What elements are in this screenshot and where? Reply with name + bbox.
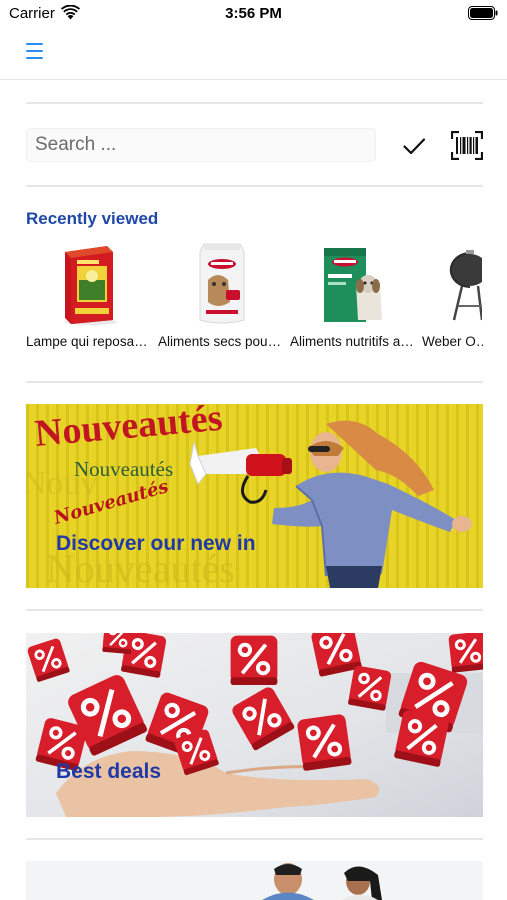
- new-arrivals-banner-image: Nouveautés Nouv Nouveautés Nouveautés No…: [26, 404, 483, 588]
- checkmark-icon[interactable]: [402, 134, 426, 158]
- battery-icon: [468, 6, 498, 20]
- clock: 3:56 PM: [225, 5, 282, 22]
- divider: [26, 381, 483, 383]
- promo-banner[interactable]: [26, 861, 483, 900]
- product-name: Lampe qui reposant ...: [26, 334, 150, 349]
- product-name: Aliments nutritifs adulte: [290, 334, 414, 349]
- product-name: Weber One Touch: [422, 334, 483, 349]
- product-image: [290, 240, 418, 326]
- recently-viewed-item[interactable]: Lampe qui reposant ...: [26, 234, 154, 362]
- product-image: [26, 240, 154, 326]
- search-input[interactable]: [27, 129, 375, 161]
- best-deals-caption: Best deals: [56, 760, 162, 783]
- recently-viewed-item[interactable]: Weber One Touch: [422, 234, 483, 362]
- recently-viewed-item[interactable]: Aliments secs pour chats: [158, 234, 286, 362]
- barcode-scan-icon[interactable]: [451, 131, 483, 160]
- recently-viewed-list[interactable]: Lampe qui reposant ... Aliments secs pou…: [26, 234, 483, 362]
- recently-viewed-title: Recently viewed: [26, 209, 159, 228]
- recently-viewed-item[interactable]: Aliments nutritifs adulte: [290, 234, 418, 362]
- new-arrivals-banner[interactable]: Nouveautés Nouv Nouveautés Nouveautés No…: [26, 404, 483, 588]
- divider: [26, 102, 483, 104]
- product-image: [422, 240, 483, 326]
- search-field[interactable]: [26, 128, 376, 162]
- hamburger-menu-icon[interactable]: [26, 43, 43, 59]
- divider: [26, 609, 483, 611]
- status-bar: Carrier 3:56 PM: [0, 0, 507, 28]
- divider: [26, 838, 483, 840]
- product-image: [158, 240, 286, 326]
- new-arrivals-caption: Discover our new in: [56, 532, 256, 555]
- promo-banner-image: [26, 861, 483, 900]
- product-name: Aliments secs pour chats: [158, 334, 282, 349]
- best-deals-banner[interactable]: Best deals: [26, 633, 483, 817]
- best-deals-banner-image: [26, 633, 483, 817]
- navigation-bar: [0, 28, 507, 80]
- divider: [26, 185, 483, 187]
